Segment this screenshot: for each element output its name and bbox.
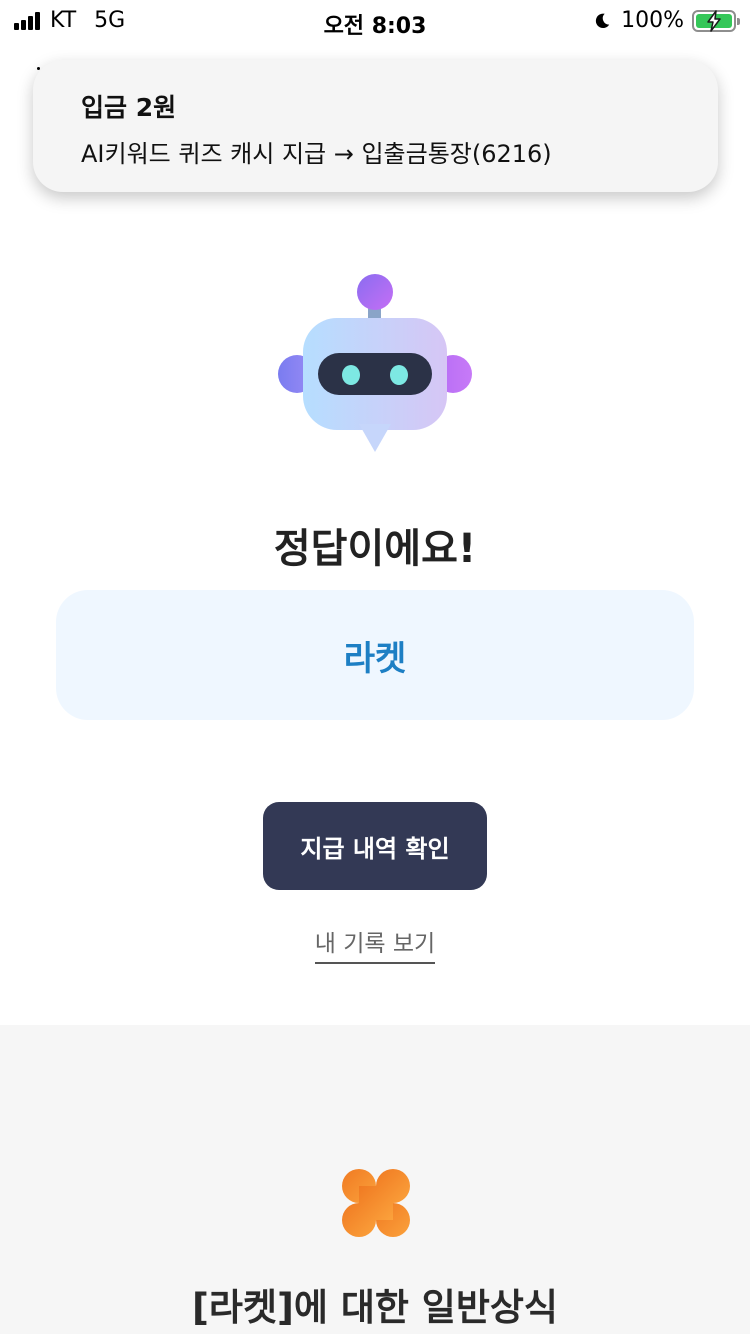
clover-icon	[342, 1169, 410, 1237]
section-title: [라켓]에 대한 일반상식	[192, 1286, 558, 1329]
status-right: 100%	[593, 8, 740, 33]
result-title: 정답이에요!	[273, 526, 477, 572]
payment-history-button[interactable]: 지급 내역 확인	[263, 802, 487, 890]
quiz-result-screen: KT 5G 오전 8:03 100% 입금 2원 AI키워드 퀴즈 캐시 지급 …	[0, 0, 750, 1334]
status-bar: KT 5G 오전 8:03 100%	[0, 0, 750, 40]
moon-icon	[595, 13, 610, 28]
notification-body: AI키워드 퀴즈 캐시 지급 → 입출금통장(6216)	[81, 140, 552, 168]
notification-title: 입금 2원	[81, 93, 177, 122]
my-record-link-row: 내 기록 보기	[0, 924, 750, 964]
battery-percent: 100%	[621, 8, 684, 33]
charging-bolt-icon	[707, 9, 721, 32]
my-record-link[interactable]: 내 기록 보기	[314, 924, 436, 964]
robot-mascot-icon	[278, 274, 472, 452]
battery-icon	[692, 9, 740, 32]
answer-box: 라켓	[56, 590, 694, 720]
general-knowledge-section: [라켓]에 대한 일반상식	[0, 1025, 750, 1334]
answer-text: 라켓	[343, 638, 407, 679]
deposit-notification[interactable]: 입금 2원 AI키워드 퀴즈 캐시 지급 → 입출금통장(6216)	[33, 60, 718, 192]
